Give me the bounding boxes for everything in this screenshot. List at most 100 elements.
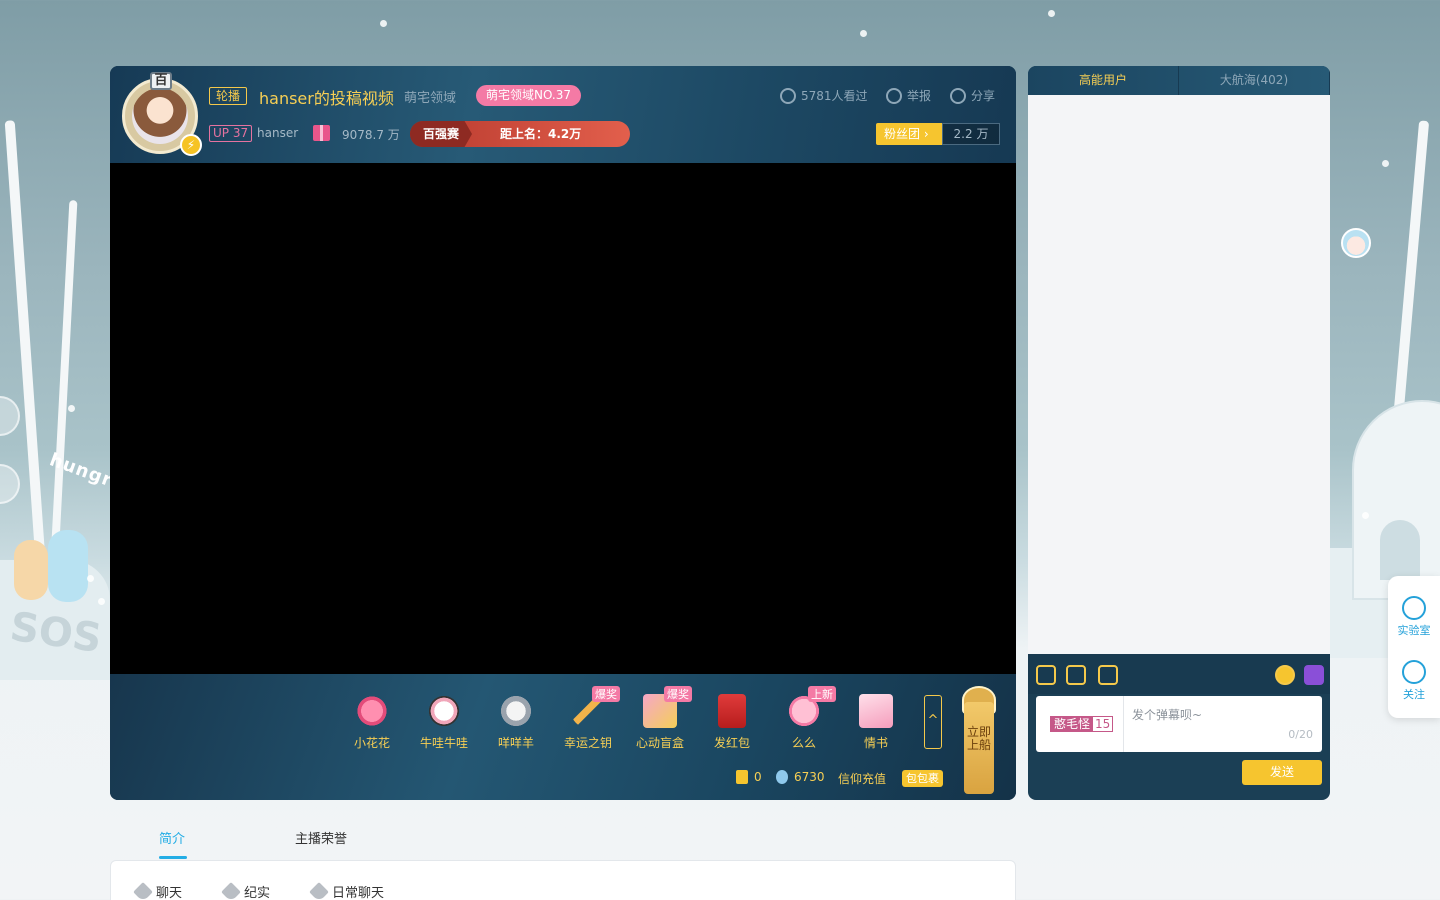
lab-button[interactable]: 实验室 [1388,596,1440,638]
fan-club-label: 粉丝团 [884,127,921,141]
room-header: 百 ⚡ 轮播 hanser的投稿视频 萌宅领域 萌宅领域NO.37 5781人看… [110,66,1016,163]
gold-value: 6730 [794,770,825,784]
tag-label: 聊天 [156,886,183,900]
snowflake [380,20,387,27]
gift-name: 小花花 [353,736,390,750]
char-counter: 0/20 [1288,728,1313,741]
side-float-menu: 实验室 关注 [1388,576,1440,718]
expand-gifts-button[interactable]: ^ [924,695,942,749]
tag-label: 纪实 [244,886,271,900]
up-level-badge: UP 37 [209,125,253,142]
area-rank-badge[interactable]: 萌宅领域NO.37 [476,85,582,106]
gift-name: 情书 [863,736,888,750]
snowflake [87,575,94,582]
live-player: 百 ⚡ 轮播 hanser的投稿视频 萌宅领域 萌宅领域NO.37 5781人看… [110,66,1016,800]
chibi-character [48,530,88,602]
gift-pack-button[interactable]: 包包裹 [902,770,943,787]
race-gap: 距上名：4.2万 [500,127,582,141]
love-letter-icon [859,694,893,728]
effects-icon[interactable] [1066,665,1086,685]
tag-item[interactable]: 聊天 [133,881,183,900]
tag-item[interactable]: 纪实 [221,881,271,900]
tag-item[interactable]: 日常聊天 [309,881,385,900]
race-rank-bar[interactable]: 百强赛 距上名：4.2万 [410,121,630,147]
fan-count: 2.2 万 [942,123,1000,145]
tag-label: 日常聊天 [332,886,385,900]
tree-trunk [50,200,78,560]
follow-button[interactable]: 关注 [1388,660,1440,702]
snowflake [860,30,867,37]
viewer-count: 5781人看过 [780,87,868,104]
emoji-icon[interactable] [1275,665,1295,685]
report-label: 举报 [907,89,932,103]
battery-value: 0 [754,770,762,784]
report-button[interactable]: 举报 [886,87,931,104]
gift-item[interactable]: 咩咩羊 [486,694,546,751]
mascot-icon[interactable] [1341,228,1371,258]
battery-icon [736,770,748,784]
igloo-door [1380,520,1420,580]
recharge-link[interactable]: 信仰充值 [838,770,886,787]
avatar-image [132,88,188,144]
active-tab-underline [159,856,187,859]
gift-item[interactable]: 上新 么么 [774,686,836,751]
area-link[interactable]: 萌宅领域 [404,87,456,106]
share-button[interactable]: 分享 [950,87,995,104]
danmaku-input[interactable]: 发个弹幕呗~ [1132,706,1202,723]
share-label: 分享 [971,89,996,103]
board-ship-button[interactable]: 立即上船 [964,702,994,794]
gift-item[interactable]: 小花花 [342,694,402,751]
tag-icon [133,881,153,900]
heart-icon [1402,660,1426,684]
user-list [1028,95,1330,654]
gold-seed-icon [776,770,788,784]
gift-name: 心动盲盒 [635,736,684,750]
gift-name: 么么 [791,736,816,750]
tree-trunk [1380,120,1430,560]
palette-icon[interactable] [1036,665,1056,685]
medal-name: 憨毛怪 [1051,717,1094,731]
fan-club-button[interactable]: 粉丝团 › [876,123,942,145]
gift-item[interactable]: 爆奖 幸运之钥 [558,686,620,751]
tab-high-energy-users[interactable]: 高能用户 [1028,66,1179,95]
send-button[interactable]: 发送 [1242,760,1322,785]
sos-text: SOS [7,603,105,663]
igloo [1352,400,1440,600]
tab-guard-list[interactable]: 大航海(402) [1179,66,1330,95]
sheep-icon [499,694,533,728]
flask-icon [1402,596,1426,620]
host-avatar[interactable]: 百 ⚡ [118,72,202,158]
follow-label: 关注 [1403,688,1425,701]
host-name[interactable]: hanser [257,126,298,140]
lab-label: 实验室 [1397,624,1431,637]
avatar-frame-badge: 百 [150,72,172,90]
gift-badge: 上新 [808,686,836,702]
fan-medal[interactable]: 憨毛怪 15 [1050,716,1114,732]
gift-icon [313,125,330,141]
room-title: hanser的投稿视频 [259,89,394,108]
share-icon [950,87,966,104]
left-float-camera-icon[interactable] [0,464,20,504]
gift-item[interactable]: 发红包 [702,694,762,751]
cow-icon [427,694,461,728]
tag-icon [221,881,241,900]
video-area[interactable] [110,163,1016,674]
input-divider [1123,696,1124,752]
snowflake [1362,512,1369,519]
danmaku-style-icon[interactable] [1098,665,1118,685]
chat-bubble-icon[interactable] [1304,665,1324,685]
red-envelope-icon [718,694,746,728]
viewer-count-text: 5781人看过 [801,89,868,103]
gift-item[interactable]: 爆奖 心动盲盒 [630,686,692,751]
danmaku-input-box[interactable]: 憨毛怪 15 发个弹幕呗~ 0/20 [1036,696,1322,752]
gift-value: 9078.7 万 [342,128,400,142]
tab-host-honors[interactable]: 主播荣誉 [295,828,347,847]
left-float-cube-icon[interactable] [0,396,20,436]
gift-item[interactable]: 情书 [846,694,906,751]
tab-intro[interactable]: 简介 [159,828,185,847]
gift-item[interactable]: 牛哇牛哇 [414,694,474,751]
gift-badge: 爆奖 [592,686,620,702]
gift-name: 咩咩羊 [497,736,534,750]
snowflake [1382,160,1389,167]
rebroadcast-tag: 轮播 [209,87,248,105]
